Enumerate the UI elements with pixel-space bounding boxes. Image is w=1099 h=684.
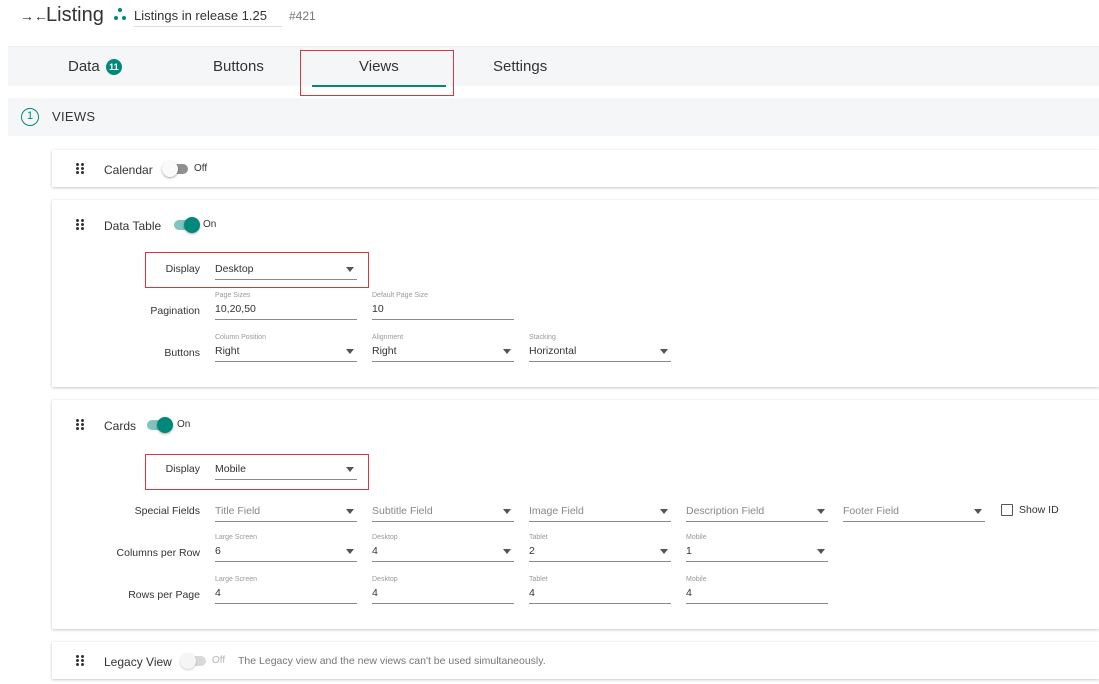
pagination-label: Pagination (150, 305, 200, 317)
chevron-down-icon (817, 549, 825, 554)
data-table-toggle[interactable] (172, 217, 200, 233)
data-table-toggle-state: On (203, 219, 217, 230)
default-page-size-input[interactable]: Default Page Size 10 (372, 292, 514, 320)
drag-handle-icon[interactable] (76, 219, 86, 231)
show-id-label: Show ID (1019, 504, 1059, 516)
special-fields-label: Special Fields (134, 505, 200, 517)
chevron-down-icon (346, 349, 354, 354)
release-icon (114, 8, 126, 20)
page-title: Listing (46, 4, 104, 26)
tab-data-label: Data (68, 58, 100, 75)
release-selector[interactable]: Listings in release 1.25 (134, 8, 282, 27)
legacy-view-card: Legacy View Off The Legacy view and the … (52, 642, 1099, 679)
data-count-badge: 11 (105, 59, 122, 75)
description-field-select[interactable]: Description Field (686, 494, 828, 522)
tab-bar: Data 11 Buttons Views Settings (8, 46, 1099, 87)
buttons-label: Buttons (164, 347, 200, 359)
chevron-down-icon (503, 349, 511, 354)
chevron-down-icon (660, 509, 668, 514)
rows-large-screen-input[interactable]: Large Screen 4 (215, 576, 357, 604)
tab-data[interactable]: Data 11 (68, 58, 122, 75)
columns-desktop-select[interactable]: Desktop 4 (372, 534, 514, 562)
page-sizes-input[interactable]: Page Sizes 10,20,50 (215, 292, 357, 320)
column-position-select[interactable]: Column Position Right (215, 334, 357, 362)
legacy-view-title: Legacy View (104, 655, 172, 669)
views-section-header: 1 VIEWS (8, 98, 1099, 136)
tab-settings[interactable]: Settings (493, 58, 547, 75)
drag-handle-icon[interactable] (76, 419, 86, 431)
legacy-view-note: The Legacy view and the new views can't … (238, 655, 546, 667)
columns-large-screen-select[interactable]: Large Screen 6 (215, 534, 357, 562)
chevron-down-icon (974, 509, 982, 514)
highlight-box (145, 252, 369, 288)
highlight-box (300, 50, 454, 96)
highlight-box (145, 454, 369, 490)
issue-number: #421 (289, 9, 316, 23)
chevron-down-icon (346, 549, 354, 554)
calendar-view-card: Calendar Off (52, 150, 1099, 187)
subtitle-field-select[interactable]: Subtitle Field (372, 494, 514, 522)
title-field-select[interactable]: Title Field (215, 494, 357, 522)
page-header: →← Listing Listings in release 1.25 #421 (0, 0, 1099, 34)
rows-desktop-input[interactable]: Desktop 4 (372, 576, 514, 604)
data-table-view-card: Data Table On Display Desktop Pagination… (52, 200, 1099, 387)
chevron-down-icon (660, 349, 668, 354)
image-field-select[interactable]: Image Field (529, 494, 671, 522)
calendar-title: Calendar (104, 163, 153, 177)
chevron-down-icon (817, 509, 825, 514)
cards-toggle-state: On (177, 419, 191, 430)
cards-title: Cards (104, 419, 137, 433)
tab-buttons[interactable]: Buttons (213, 58, 264, 75)
cards-view-card: Cards On Display Mobile Special Fields T… (52, 400, 1099, 629)
section-label: VIEWS (52, 109, 96, 124)
rows-per-page-label: Rows per Page (128, 589, 200, 601)
calendar-toggle-state: Off (194, 163, 208, 174)
rows-mobile-input[interactable]: Mobile 4 (686, 576, 828, 604)
alignment-select[interactable]: Alignment Right (372, 334, 514, 362)
data-table-title: Data Table (104, 219, 162, 233)
columns-per-row-label: Columns per Row (116, 547, 200, 559)
chevron-down-icon (503, 509, 511, 514)
stacking-select[interactable]: Stacking Horizontal (529, 334, 671, 362)
chevron-down-icon (346, 509, 354, 514)
rows-tablet-input[interactable]: Tablet 4 (529, 576, 671, 604)
footer-field-select[interactable]: Footer Field (843, 494, 985, 522)
show-id-checkbox[interactable] (1001, 504, 1013, 516)
chevron-down-icon (660, 549, 668, 554)
cards-toggle[interactable] (145, 417, 173, 433)
legacy-view-toggle-state: Off (212, 655, 226, 666)
calendar-toggle[interactable] (162, 161, 190, 177)
legacy-view-toggle[interactable] (180, 653, 208, 669)
columns-mobile-select[interactable]: Mobile 1 (686, 534, 828, 562)
drag-handle-icon[interactable] (76, 655, 86, 667)
chevron-down-icon (503, 549, 511, 554)
columns-tablet-select[interactable]: Tablet 2 (529, 534, 671, 562)
collapse-icon[interactable]: →← (20, 8, 48, 24)
drag-handle-icon[interactable] (76, 163, 86, 175)
section-number: 1 (21, 108, 39, 126)
